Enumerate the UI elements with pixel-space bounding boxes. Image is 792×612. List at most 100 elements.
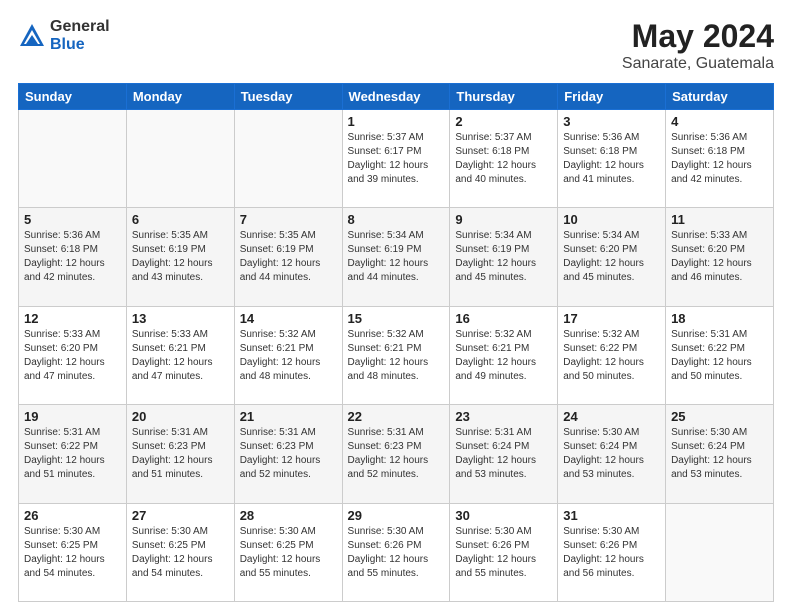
table-cell: 27 Sunrise: 5:30 AM Sunset: 6:25 PM Dayli… — [126, 503, 234, 601]
calendar-week-row: 5Sunrise: 5:36 AM Sunset: 6:18 PM Daylig… — [19, 208, 774, 306]
cell-day-number: 3 — [563, 114, 660, 129]
table-cell: 1Sunrise: 5:37 AM Sunset: 6:17 PM Daylig… — [342, 110, 450, 208]
cell-info: Sunrise: 5:31 AM Sunset: 6:23 PM Dayligh… — [240, 426, 337, 482]
table-cell: 21 Sunrise: 5:31 AM Sunset: 6:23 PM Dayli… — [234, 405, 342, 503]
cell-info: Sunrise: 5:36 AM Sunset: 6:18 PM Dayligh… — [671, 131, 768, 187]
cell-day-number: 23 — [455, 409, 552, 424]
cell-info: Sunrise: 5:32 AM Sunset: 6:22 PM Dayligh… — [563, 328, 660, 384]
table-cell: 9 Sunrise: 5:34 AM Sunset: 6:19 PM Daylig… — [450, 208, 558, 306]
cell-day-number: 11 — [671, 212, 768, 227]
table-cell — [666, 503, 774, 601]
table-cell: 18 Sunrise: 5:31 AM Sunset: 6:22 PM Dayli… — [666, 306, 774, 404]
cell-day-number: 7 — [240, 212, 337, 227]
table-cell — [19, 110, 127, 208]
cell-day-number: 27 — [132, 508, 229, 523]
col-tuesday: Tuesday — [234, 84, 342, 110]
cell-info: Sunrise: 5:30 AM Sunset: 6:26 PM Dayligh… — [348, 525, 445, 581]
table-cell: 12Sunrise: 5:33 AM Sunset: 6:20 PM Dayli… — [19, 306, 127, 404]
cell-day-number: 21 — [240, 409, 337, 424]
col-friday: Friday — [558, 84, 666, 110]
table-cell: 10Sunrise: 5:34 AM Sunset: 6:20 PM Dayli… — [558, 208, 666, 306]
table-cell: 14 Sunrise: 5:32 AM Sunset: 6:21 PM Dayli… — [234, 306, 342, 404]
logo-blue: Blue — [50, 36, 110, 54]
col-monday: Monday — [126, 84, 234, 110]
cell-info: Sunrise: 5:37 AM Sunset: 6:18 PM Dayligh… — [455, 131, 552, 187]
cell-day-number: 29 — [348, 508, 445, 523]
cell-info: Sunrise: 5:37 AM Sunset: 6:17 PM Dayligh… — [348, 131, 445, 187]
cell-day-number: 24 — [563, 409, 660, 424]
table-cell: 23Sunrise: 5:31 AM Sunset: 6:24 PM Dayli… — [450, 405, 558, 503]
title-month: May 2024 — [622, 18, 774, 55]
table-cell: 28 Sunrise: 5:30 AM Sunset: 6:25 PM Dayli… — [234, 503, 342, 601]
table-cell: 20Sunrise: 5:31 AM Sunset: 6:23 PM Dayli… — [126, 405, 234, 503]
col-wednesday: Wednesday — [342, 84, 450, 110]
table-cell: 22 Sunrise: 5:31 AM Sunset: 6:23 PM Dayli… — [342, 405, 450, 503]
cell-info: Sunrise: 5:30 AM Sunset: 6:24 PM Dayligh… — [563, 426, 660, 482]
calendar-week-row: 12Sunrise: 5:33 AM Sunset: 6:20 PM Dayli… — [19, 306, 774, 404]
table-cell: 25 Sunrise: 5:30 AM Sunset: 6:24 PM Dayli… — [666, 405, 774, 503]
cell-day-number: 30 — [455, 508, 552, 523]
table-cell: 19Sunrise: 5:31 AM Sunset: 6:22 PM Dayli… — [19, 405, 127, 503]
cell-info: Sunrise: 5:32 AM Sunset: 6:21 PM Dayligh… — [240, 328, 337, 384]
cell-info: Sunrise: 5:31 AM Sunset: 6:23 PM Dayligh… — [132, 426, 229, 482]
title-block: May 2024 Sanarate, Guatemala — [622, 18, 774, 73]
table-cell: 16 Sunrise: 5:32 AM Sunset: 6:21 PM Dayli… — [450, 306, 558, 404]
table-cell: 15 Sunrise: 5:32 AM Sunset: 6:21 PM Dayli… — [342, 306, 450, 404]
cell-info: Sunrise: 5:31 AM Sunset: 6:22 PM Dayligh… — [671, 328, 768, 384]
cell-info: Sunrise: 5:34 AM Sunset: 6:19 PM Dayligh… — [455, 229, 552, 285]
table-cell: 13 Sunrise: 5:33 AM Sunset: 6:21 PM Dayli… — [126, 306, 234, 404]
table-cell: 11 Sunrise: 5:33 AM Sunset: 6:20 PM Dayli… — [666, 208, 774, 306]
cell-info: Sunrise: 5:30 AM Sunset: 6:26 PM Dayligh… — [455, 525, 552, 581]
cell-info: Sunrise: 5:30 AM Sunset: 6:25 PM Dayligh… — [132, 525, 229, 581]
cell-day-number: 17 — [563, 311, 660, 326]
table-cell: 7Sunrise: 5:35 AM Sunset: 6:19 PM Daylig… — [234, 208, 342, 306]
header: General Blue May 2024 Sanarate, Guatemal… — [18, 18, 774, 73]
col-saturday: Saturday — [666, 84, 774, 110]
cell-info: Sunrise: 5:31 AM Sunset: 6:22 PM Dayligh… — [24, 426, 121, 482]
page: General Blue May 2024 Sanarate, Guatemal… — [0, 0, 792, 612]
cell-day-number: 16 — [455, 311, 552, 326]
cell-day-number: 22 — [348, 409, 445, 424]
cell-info: Sunrise: 5:33 AM Sunset: 6:20 PM Dayligh… — [671, 229, 768, 285]
cell-info: Sunrise: 5:30 AM Sunset: 6:25 PM Dayligh… — [24, 525, 121, 581]
cell-day-number: 6 — [132, 212, 229, 227]
cell-info: Sunrise: 5:33 AM Sunset: 6:21 PM Dayligh… — [132, 328, 229, 384]
cell-day-number: 28 — [240, 508, 337, 523]
table-cell: 26 Sunrise: 5:30 AM Sunset: 6:25 PM Dayli… — [19, 503, 127, 601]
cell-info: Sunrise: 5:34 AM Sunset: 6:20 PM Dayligh… — [563, 229, 660, 285]
table-cell: 29 Sunrise: 5:30 AM Sunset: 6:26 PM Dayli… — [342, 503, 450, 601]
cell-day-number: 2 — [455, 114, 552, 129]
cell-info: Sunrise: 5:35 AM Sunset: 6:19 PM Dayligh… — [132, 229, 229, 285]
cell-day-number: 15 — [348, 311, 445, 326]
cell-day-number: 26 — [24, 508, 121, 523]
table-cell: 17 Sunrise: 5:32 AM Sunset: 6:22 PM Dayli… — [558, 306, 666, 404]
cell-day-number: 18 — [671, 311, 768, 326]
table-cell: 30 Sunrise: 5:30 AM Sunset: 6:26 PM Dayli… — [450, 503, 558, 601]
cell-day-number: 8 — [348, 212, 445, 227]
cell-day-number: 14 — [240, 311, 337, 326]
cell-day-number: 25 — [671, 409, 768, 424]
title-location: Sanarate, Guatemala — [622, 55, 774, 73]
col-thursday: Thursday — [450, 84, 558, 110]
table-cell: 6 Sunrise: 5:35 AM Sunset: 6:19 PM Daylig… — [126, 208, 234, 306]
logo-general: General — [50, 18, 110, 36]
table-cell: 3 Sunrise: 5:36 AM Sunset: 6:18 PM Daylig… — [558, 110, 666, 208]
table-cell: 2 Sunrise: 5:37 AM Sunset: 6:18 PM Daylig… — [450, 110, 558, 208]
cell-info: Sunrise: 5:36 AM Sunset: 6:18 PM Dayligh… — [563, 131, 660, 187]
cell-day-number: 9 — [455, 212, 552, 227]
calendar-header-row: Sunday Monday Tuesday Wednesday Thursday… — [19, 84, 774, 110]
calendar-table: Sunday Monday Tuesday Wednesday Thursday… — [18, 83, 774, 602]
cell-info: Sunrise: 5:32 AM Sunset: 6:21 PM Dayligh… — [455, 328, 552, 384]
cell-info: Sunrise: 5:30 AM Sunset: 6:25 PM Dayligh… — [240, 525, 337, 581]
table-cell: 24 Sunrise: 5:30 AM Sunset: 6:24 PM Dayli… — [558, 405, 666, 503]
cell-day-number: 4 — [671, 114, 768, 129]
cell-info: Sunrise: 5:30 AM Sunset: 6:24 PM Dayligh… — [671, 426, 768, 482]
cell-info: Sunrise: 5:30 AM Sunset: 6:26 PM Dayligh… — [563, 525, 660, 581]
cell-info: Sunrise: 5:32 AM Sunset: 6:21 PM Dayligh… — [348, 328, 445, 384]
col-sunday: Sunday — [19, 84, 127, 110]
cell-info: Sunrise: 5:34 AM Sunset: 6:19 PM Dayligh… — [348, 229, 445, 285]
calendar-week-row: 26 Sunrise: 5:30 AM Sunset: 6:25 PM Dayli… — [19, 503, 774, 601]
cell-info: Sunrise: 5:31 AM Sunset: 6:23 PM Dayligh… — [348, 426, 445, 482]
table-cell: 5Sunrise: 5:36 AM Sunset: 6:18 PM Daylig… — [19, 208, 127, 306]
cell-day-number: 13 — [132, 311, 229, 326]
